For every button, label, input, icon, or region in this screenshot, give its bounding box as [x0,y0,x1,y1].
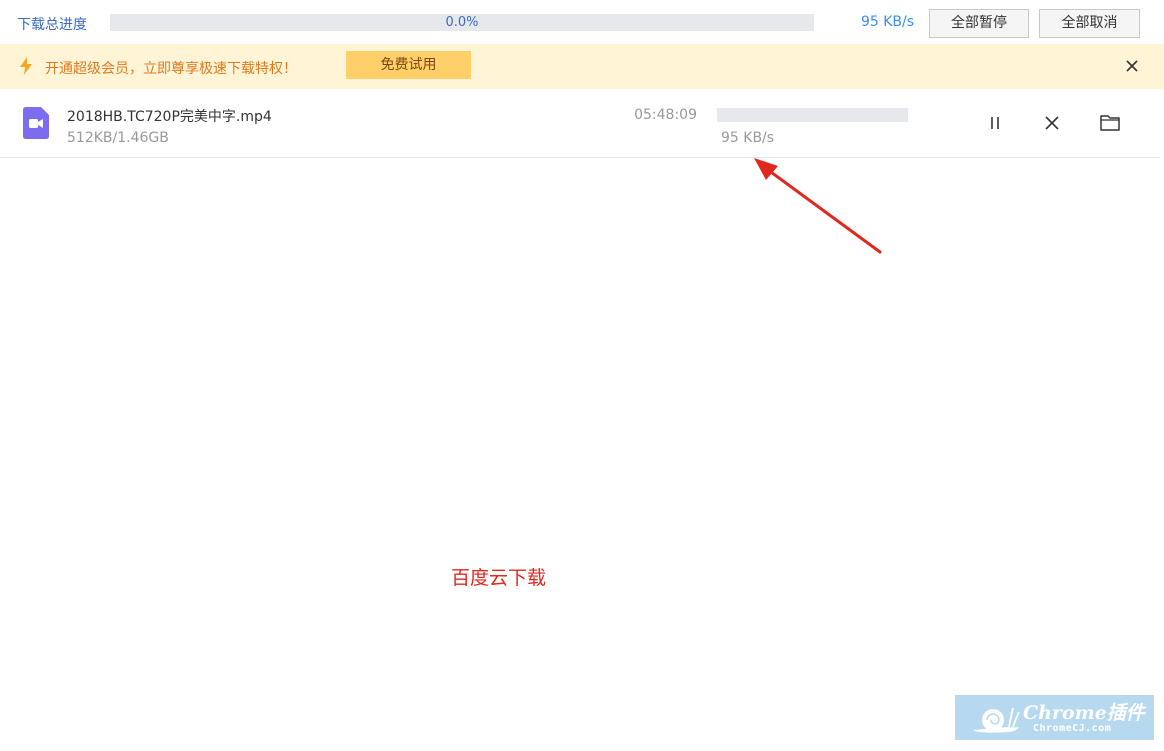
annotation-caption: 百度云下载 [451,567,547,589]
item-progress-track [717,108,908,122]
total-progress-label: 下载总进度 [17,17,87,33]
annotation-arrow [754,158,882,254]
close-icon[interactable] [1123,57,1141,75]
snail-icon [973,707,1020,733]
total-speed: 95 KB/s [860,14,914,30]
watermark-title: Chrome插件 [1023,702,1145,724]
total-progress-bar: 下载总进度 0.0% 95 KB/s 全部暂停 全部取消 [0,0,1164,44]
lightning-icon [20,57,32,75]
total-progress-percent: 0.0% [445,15,479,30]
download-item: 2018HB.TC720P完美中字.mp4 512KB/1.46GB 05:48… [0,89,1160,158]
vip-banner-text: 开通超级会员，立即尊享极速下载特权！ [45,61,297,77]
file-size: 512KB/1.46GB [67,130,169,146]
item-speed: 95 KB/s [721,130,775,146]
cancel-icon[interactable] [1041,112,1063,134]
total-progress-track: 0.0% [110,14,814,31]
pause-all-button[interactable]: 全部暂停 [929,9,1029,38]
cancel-all-button[interactable]: 全部取消 [1039,9,1140,38]
video-file-icon [23,107,49,139]
free-trial-button[interactable]: 免费试用 [346,51,471,79]
file-name: 2018HB.TC720P完美中字.mp4 [67,109,272,125]
watermark-subtitle: ChromeCJ.com [1033,723,1112,734]
pause-icon[interactable] [984,112,1006,134]
vip-banner: 开通超级会员，立即尊享极速下载特权！ 免费试用 [0,44,1164,89]
watermark: Chrome插件 ChromeCJ.com [955,695,1154,740]
folder-icon[interactable] [1099,112,1121,134]
remaining-time: 05:48:09 [634,107,697,123]
